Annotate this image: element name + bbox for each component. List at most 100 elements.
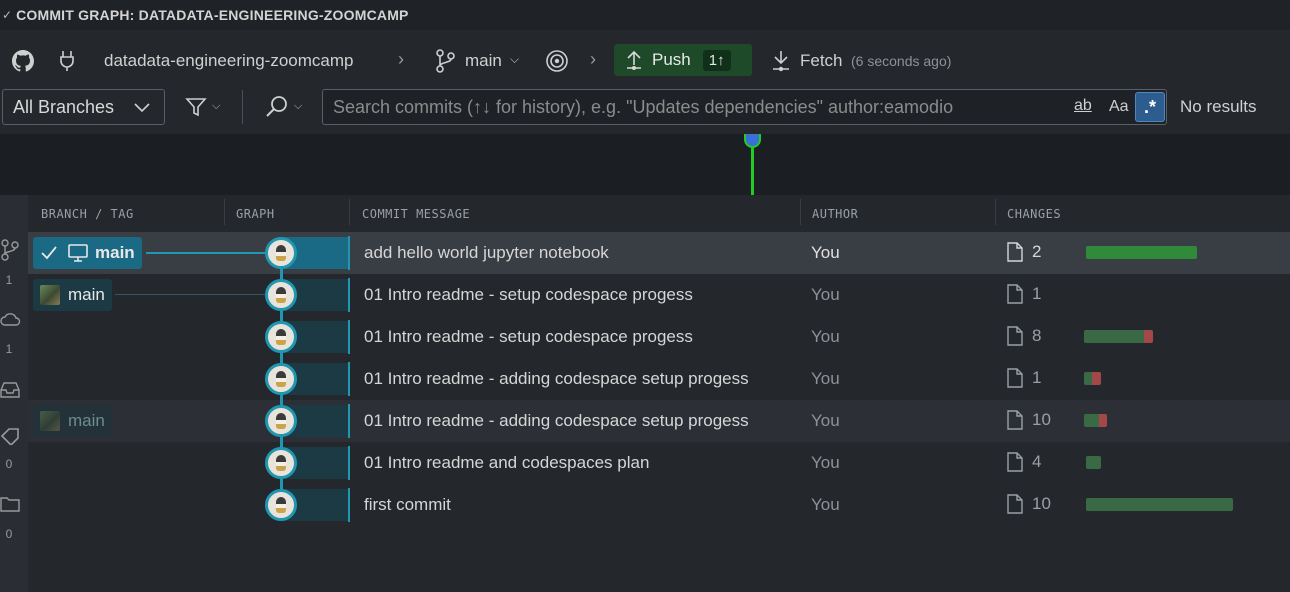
commit-row[interactable]: main 01 Intro readme - adding codespace … bbox=[28, 400, 1290, 442]
commit-author: You bbox=[811, 495, 840, 514]
column-resizer[interactable] bbox=[800, 199, 801, 225]
branches-select-label: All Branches bbox=[13, 96, 115, 117]
chevron-down-icon[interactable]: ⌵ bbox=[510, 52, 519, 67]
message-accent bbox=[348, 236, 350, 270]
file-icon bbox=[1007, 284, 1023, 304]
branches-select[interactable]: All Branches bbox=[2, 89, 165, 125]
tags-count: 0 bbox=[5, 457, 13, 471]
graph-minimap[interactable] bbox=[0, 134, 1290, 195]
search-icon[interactable] bbox=[265, 95, 289, 119]
chevron-down-icon[interactable]: ⌵ bbox=[212, 100, 220, 113]
branches-icon[interactable] bbox=[0, 239, 20, 261]
column-resizer[interactable] bbox=[995, 199, 996, 225]
commit-message: first commit bbox=[364, 495, 451, 514]
commit-node-avatar[interactable] bbox=[265, 321, 297, 353]
match-case-icon[interactable]: Aa bbox=[1109, 98, 1129, 116]
check-icon bbox=[41, 246, 57, 260]
folder-icon[interactable] bbox=[0, 495, 22, 513]
commit-node-avatar[interactable] bbox=[265, 405, 297, 437]
breadcrumb-chevron-icon: › bbox=[590, 49, 596, 69]
branch-tag-remote[interactable]: main bbox=[33, 405, 112, 437]
files-count: 10 bbox=[1032, 410, 1051, 429]
column-resizer[interactable] bbox=[224, 199, 225, 225]
file-icon bbox=[1007, 368, 1023, 388]
fetch-label[interactable]: Fetch bbox=[800, 51, 843, 71]
changes-files: 8 bbox=[1006, 326, 1041, 346]
filter-icon[interactable] bbox=[185, 96, 207, 118]
chevron-down-icon[interactable]: ⌵ bbox=[294, 100, 302, 113]
column-header-graph[interactable]: GRAPH bbox=[236, 207, 275, 221]
target-icon[interactable] bbox=[545, 49, 569, 73]
search-results-status: No results bbox=[1180, 97, 1257, 116]
commit-author: You bbox=[811, 243, 840, 262]
github-icon[interactable] bbox=[12, 50, 34, 72]
collapse-chevron-icon[interactable]: ✓ bbox=[2, 8, 12, 22]
column-headers: BRANCH / TAG GRAPH COMMIT MESSAGE AUTHOR… bbox=[28, 195, 1290, 229]
commit-row[interactable]: 01 Intro readme and codespaces plan You … bbox=[28, 442, 1290, 484]
commit-row[interactable]: first commit You 10 bbox=[28, 484, 1290, 526]
panel-title: COMMIT GRAPH: DATADATA-ENGINEERING-ZOOMC… bbox=[16, 7, 409, 23]
column-resizer[interactable] bbox=[349, 199, 350, 225]
commit-row[interactable]: main add hello world jupyter notebook Yo… bbox=[28, 232, 1290, 274]
repo-name[interactable]: datadata-engineering-zoomcamp bbox=[104, 51, 354, 71]
panel-titlebar: ✓ COMMIT GRAPH: DATADATA-ENGINEERING-ZOO… bbox=[0, 0, 1290, 30]
file-icon bbox=[1007, 326, 1023, 346]
chevron-down-icon bbox=[134, 103, 150, 113]
commit-message: 01 Intro readme - setup codespace proges… bbox=[364, 327, 693, 346]
branch-name[interactable]: main bbox=[465, 51, 502, 71]
commit-node-avatar[interactable] bbox=[265, 447, 297, 479]
file-icon bbox=[1007, 494, 1023, 514]
branch-connector bbox=[115, 294, 281, 295]
changes-files: 10 bbox=[1006, 494, 1051, 514]
files-count: 4 bbox=[1032, 452, 1042, 471]
commit-node-avatar[interactable] bbox=[265, 237, 297, 269]
match-word-icon[interactable]: ab bbox=[1074, 97, 1092, 115]
commit-row[interactable]: 01 Intro readme - adding codespace setup… bbox=[28, 358, 1290, 400]
files-count: 1 bbox=[1032, 368, 1042, 387]
commit-row[interactable]: main 01 Intro readme - setup codespace p… bbox=[28, 274, 1290, 316]
branch-tag-label: main bbox=[68, 411, 105, 430]
commit-row[interactable]: 01 Intro readme - setup codespace proges… bbox=[28, 316, 1290, 358]
commit-author: You bbox=[811, 453, 840, 472]
file-icon bbox=[1007, 242, 1023, 262]
message-accent bbox=[348, 446, 350, 480]
commit-message: add hello world jupyter notebook bbox=[364, 243, 609, 262]
stash-icon[interactable] bbox=[0, 381, 20, 399]
branch-tag-local[interactable]: main bbox=[33, 237, 142, 269]
files-count: 10 bbox=[1032, 494, 1051, 513]
message-accent bbox=[348, 362, 350, 396]
commit-node-avatar[interactable] bbox=[265, 279, 297, 311]
column-header-changes[interactable]: CHANGES bbox=[1007, 207, 1061, 221]
changes-bar bbox=[1084, 330, 1153, 343]
tag-icon[interactable] bbox=[0, 427, 22, 445]
branch-tag-remote[interactable]: main bbox=[33, 279, 112, 311]
cloud-icon[interactable] bbox=[0, 311, 22, 327]
commit-node-avatar[interactable] bbox=[265, 363, 297, 395]
commit-author: You bbox=[811, 285, 840, 304]
files-count: 8 bbox=[1032, 326, 1042, 345]
commit-message: 01 Intro readme - setup codespace proges… bbox=[364, 285, 693, 304]
message-accent bbox=[348, 488, 350, 522]
commit-message: 01 Intro readme - adding codespace setup… bbox=[364, 369, 749, 388]
changes-files: 1 bbox=[1006, 368, 1041, 388]
fetch-icon[interactable] bbox=[770, 49, 792, 73]
push-button[interactable]: Push 1↑ bbox=[614, 44, 752, 76]
filter-toolbar: All Branches ⌵ ⌵ Search commits (↑↓ for … bbox=[0, 86, 1290, 130]
column-header-branch[interactable]: BRANCH / TAG bbox=[41, 207, 134, 221]
message-accent bbox=[348, 320, 350, 354]
push-icon bbox=[627, 50, 641, 70]
column-header-author[interactable]: AUTHOR bbox=[812, 207, 858, 221]
worktrees-count: 0 bbox=[5, 527, 13, 541]
plug-icon[interactable] bbox=[58, 50, 76, 72]
column-header-message[interactable]: COMMIT MESSAGE bbox=[362, 207, 470, 221]
message-accent bbox=[348, 404, 350, 438]
avatar bbox=[40, 285, 60, 305]
commit-node-avatar[interactable] bbox=[265, 489, 297, 521]
message-accent bbox=[348, 278, 350, 312]
regex-toggle-icon[interactable]: .* bbox=[1135, 92, 1165, 122]
commit-message: 01 Intro readme and codespaces plan bbox=[364, 453, 650, 472]
search-input[interactable]: Search commits (↑↓ for history), e.g. "U… bbox=[322, 89, 1167, 125]
changes-bar bbox=[1086, 498, 1233, 511]
branch-icon bbox=[434, 49, 456, 73]
branches-count: 1 bbox=[5, 273, 13, 287]
